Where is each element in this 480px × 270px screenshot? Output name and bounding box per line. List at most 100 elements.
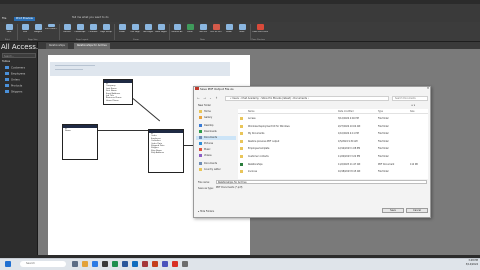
file-explorer-icon[interactable]: [82, 261, 88, 267]
hide-folders-toggle[interactable]: ▴ Hide Folders: [198, 210, 214, 213]
more-pages-button[interactable]: More Pages: [155, 24, 167, 38]
system-clock[interactable]: 3:48 PM 3/14/2024: [452, 259, 478, 266]
back-icon[interactable]: ←: [196, 96, 201, 101]
margins-button[interactable]: Margins: [32, 24, 44, 38]
nav-item[interactable]: Employees: [5, 72, 25, 77]
file-list-item[interactable]: Invoices 10/18/2023 8:15 AM File folder: [238, 168, 428, 175]
up-arrow-icon[interactable]: ↑: [214, 96, 219, 101]
column-type[interactable]: Type: [378, 110, 383, 113]
nav-search-input[interactable]: Search...: [2, 53, 36, 58]
printer-icon: [5, 24, 13, 30]
sidebar-item-label: Videos: [204, 154, 212, 157]
sidebar-item-label: Desktop: [204, 124, 214, 127]
folder-icon: [240, 147, 243, 151]
sidebar-item-label: Pictures: [204, 142, 214, 145]
relationship-table[interactable]: ID Name: [62, 124, 98, 160]
column-date[interactable]: Date modified: [338, 110, 354, 113]
sidebar-item[interactable]: Downloads: [199, 130, 217, 134]
word-icon[interactable]: [122, 261, 128, 267]
nav-item[interactable]: Orders: [5, 78, 20, 83]
more-export-button[interactable]: More: [236, 24, 248, 38]
sidebar-item[interactable]: Desktop: [199, 124, 213, 128]
file-type: File folder: [378, 132, 389, 136]
pdf-xps-export-button[interactable]: PDF or XPS: [210, 24, 222, 38]
email-button[interactable]: Email: [223, 24, 235, 38]
sidebar-item[interactable]: Documents: [199, 162, 217, 166]
columns-button[interactable]: Columns: [87, 24, 99, 38]
nav-item[interactable]: Customers: [5, 66, 25, 71]
excel-icon[interactable]: [112, 261, 118, 267]
windows-start-icon[interactable]: [5, 261, 11, 267]
store-icon[interactable]: [102, 261, 108, 267]
nav-item[interactable]: Products: [5, 84, 22, 89]
sidebar-item[interactable]: Documents: [196, 136, 236, 140]
chevron-down-icon[interactable]: ⌄: [208, 96, 213, 101]
teams-icon[interactable]: [162, 261, 168, 267]
close-icon: [256, 24, 264, 30]
file-name-input[interactable]: Relationships for Archive: [216, 180, 427, 184]
nav-item[interactable]: Shippers: [5, 90, 22, 95]
view-options-icon[interactable]: ≡ ▾: [411, 103, 415, 108]
portrait-button[interactable]: Portrait: [61, 24, 73, 38]
excel-export-button[interactable]: Excel: [184, 24, 196, 38]
file-type: File folder: [378, 147, 389, 151]
dialog-search-input[interactable]: Search Documents: [392, 96, 428, 101]
file-list-item[interactable]: Employee template 12/14/2023 1:08 PM File …: [238, 145, 428, 152]
pdf-icon: [212, 24, 220, 30]
outlook-icon[interactable]: [132, 261, 138, 267]
nav-search-placeholder: Search...: [4, 55, 15, 58]
column-name[interactable]: Name: [248, 110, 254, 113]
two-pages-button[interactable]: Two Pages: [142, 24, 154, 38]
file-list-item[interactable]: My Documents 1/10/2024 4:11 PM File folder: [238, 130, 428, 137]
save-type-select[interactable]: PDF Documents (*.pdf): [216, 186, 427, 190]
tab-print-preview[interactable]: Print Preview: [14, 17, 35, 21]
sidebar-item[interactable]: Videos: [199, 154, 212, 158]
zoom-button[interactable]: Zoom: [116, 24, 128, 38]
address-bar[interactable]: « Users › Chat Academy › Store Pro Ebook…: [225, 96, 389, 101]
print-button[interactable]: Print: [3, 24, 15, 38]
relationship-table[interactable]: ID Order Employee Customer Order Date Sh…: [148, 129, 184, 173]
sidebar-item[interactable]: Pictures: [199, 142, 213, 146]
access-icon[interactable]: [142, 261, 148, 267]
file-list-item[interactable]: Customer contacts 11/20/2023 3:22 PM File …: [238, 153, 428, 160]
forward-icon[interactable]: →: [202, 96, 207, 101]
dialog-close-button[interactable]: ✕: [425, 86, 431, 90]
portrait-icon: [63, 24, 71, 30]
file-list-item[interactable]: Windows Deployment Kit for Windows 2/27/2…: [238, 123, 428, 130]
table-icon: [5, 90, 9, 93]
file-size: 112 KB: [410, 162, 418, 166]
page-setup-button[interactable]: Page Setup: [100, 24, 112, 38]
sidebar-item-label: Music: [204, 148, 211, 151]
nav-section-tables[interactable]: Tables: [2, 60, 10, 63]
edge-icon[interactable]: [92, 261, 98, 267]
new-folder-button[interactable]: New folder: [198, 103, 211, 108]
settings-icon[interactable]: [182, 261, 188, 267]
checkbox-icon: [47, 24, 55, 27]
file-list-item[interactable]: Access 3/12/2024 2:46 PM File folder: [238, 115, 428, 122]
cancel-button[interactable]: Cancel: [406, 208, 428, 213]
sidebar-item[interactable]: Country Letter: [199, 168, 221, 172]
close-print-preview-button[interactable]: Close Print Preview: [252, 24, 268, 38]
refresh-all-button[interactable]: Refresh All: [171, 24, 183, 38]
nav-pane-title[interactable]: All Access...: [1, 43, 43, 51]
task-view-icon[interactable]: [72, 261, 78, 267]
file-list-item[interactable]: Restore previous PDF output 1/5/2024 9:30…: [238, 138, 428, 145]
file-list-item[interactable]: Relationships 11/2/2023 11:47 AM PDF Docum…: [238, 161, 428, 168]
one-page-button[interactable]: One Page: [129, 24, 141, 38]
taskbar-search[interactable]: Search: [20, 261, 66, 267]
relationship-table[interactable]: ID Company Last Name First Name Email Ad…: [103, 79, 133, 105]
sidebar-item[interactable]: Home: [199, 110, 211, 114]
column-size[interactable]: Size: [410, 110, 415, 113]
sidebar-item[interactable]: Gallery: [199, 116, 212, 120]
save-button[interactable]: Save: [382, 208, 404, 213]
sidebar-item[interactable]: Music: [199, 148, 211, 152]
powerpoint-icon[interactable]: [152, 261, 158, 267]
landscape-button[interactable]: Landscape: [74, 24, 86, 38]
print-data-only-button[interactable]: Print Data Only: [45, 24, 57, 38]
tab-file[interactable]: File: [2, 17, 6, 21]
size-button[interactable]: Size: [19, 24, 31, 38]
text-file-export-button[interactable]: Text File: [197, 24, 209, 38]
folder-icon: [240, 124, 243, 128]
chrome-icon[interactable]: [172, 261, 178, 267]
tell-me-search[interactable]: Tell me what you want to do: [72, 16, 132, 21]
